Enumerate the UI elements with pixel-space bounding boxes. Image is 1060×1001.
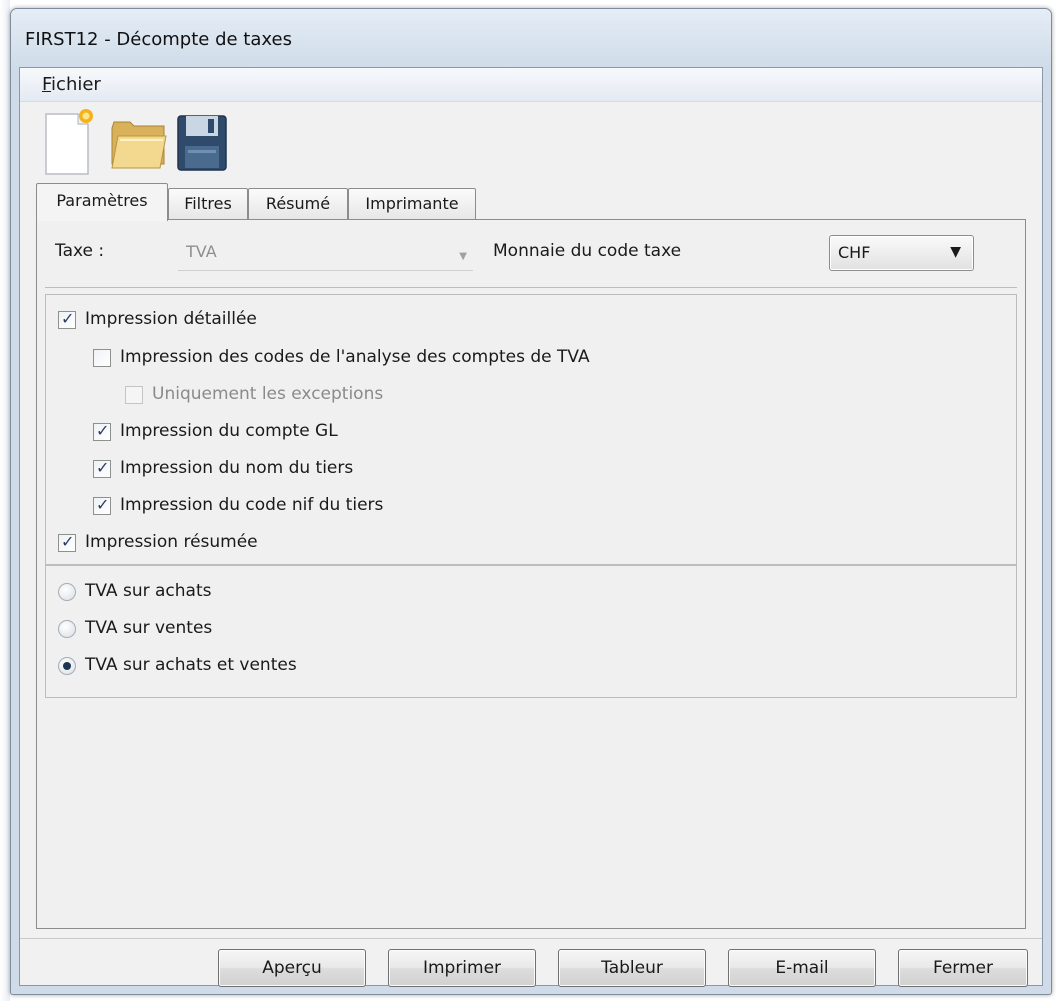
tax-combo-value: TVA [186, 242, 217, 261]
tableur-button[interactable]: Tableur [558, 949, 706, 987]
tab-strip: Paramètres Filtres Résumé Imprimante [36, 183, 636, 221]
tax-label: Taxe : [55, 241, 105, 261]
save-floppy-icon [177, 115, 227, 171]
button-bar: Aperçu Imprimer Tableur E-mail Fermer [20, 938, 1042, 987]
radio-label: TVA sur achats [85, 581, 212, 601]
radio-button[interactable] [58, 583, 76, 601]
option-label: Impression résumée [85, 532, 258, 552]
tab-panel-parametres: Taxe : TVA ▼ Monnaie du code taxe CHF ▼ … [36, 219, 1026, 929]
menu-fichier[interactable]: Fichier [38, 74, 105, 95]
radio-button[interactable] [58, 657, 76, 675]
window-client-area: Fichier Paramètres Filtres Résumé Imprim… [19, 67, 1043, 987]
new-document-button[interactable] [42, 106, 108, 176]
checkbox[interactable] [58, 532, 76, 552]
checkbox[interactable] [93, 458, 111, 478]
tax-settings-section: Taxe : TVA ▼ Monnaie du code taxe CHF ▼ [45, 226, 1017, 288]
save-button[interactable] [172, 106, 238, 176]
app-window: FIRST12 - Décompte de taxes Fichier Para… [10, 8, 1052, 995]
toolbar [42, 106, 282, 176]
checkbox[interactable] [93, 421, 111, 441]
menu-fichier-mnemonic: F [42, 74, 52, 95]
menu-bar: Fichier [20, 68, 1042, 102]
print-options-section: Impression détaillée Impression des code… [45, 294, 1017, 566]
currency-combo-value: CHF [838, 243, 871, 262]
email-button[interactable]: E-mail [728, 949, 876, 987]
chevron-down-icon: ▼ [459, 251, 467, 262]
chevron-down-icon: ▼ [950, 244, 961, 260]
desktop-background [0, 0, 10, 1001]
tab-imprimante[interactable]: Imprimante [348, 188, 476, 220]
radio-label: TVA sur ventes [85, 618, 213, 638]
fermer-button[interactable]: Fermer [898, 949, 1028, 987]
checkbox[interactable] [58, 309, 76, 329]
tab-resume[interactable]: Résumé [248, 188, 348, 220]
currency-combo[interactable]: CHF ▼ [829, 235, 974, 271]
option-label: Impression des codes de l'analyse des co… [120, 347, 590, 367]
tax-combo: TVA ▼ [178, 237, 473, 271]
open-folder-button[interactable] [106, 106, 172, 176]
tab-filtres[interactable]: Filtres [168, 188, 248, 220]
option-label: Impression du compte GL [120, 421, 338, 441]
menu-fichier-label: ichier [51, 74, 101, 95]
open-folder-icon [111, 121, 167, 169]
apercu-button[interactable]: Aperçu [218, 949, 366, 987]
checkbox [125, 386, 143, 404]
option-label: Impression du nom du tiers [120, 458, 354, 478]
imprimer-button[interactable]: Imprimer [388, 949, 536, 987]
checkbox[interactable] [93, 349, 111, 367]
tva-scope-section: TVA sur achats TVA sur ventes TVA sur ac… [45, 564, 1017, 698]
radio-label: TVA sur achats et ventes [85, 655, 297, 675]
option-label: Impression du code nif du tiers [120, 495, 384, 515]
window-title: FIRST12 - Décompte de taxes [25, 29, 292, 50]
checkbox[interactable] [93, 495, 111, 515]
option-label: Uniquement les exceptions [152, 384, 384, 404]
currency-label: Monnaie du code taxe [493, 241, 682, 261]
radio-button[interactable] [58, 620, 76, 638]
tab-parametres[interactable]: Paramètres [36, 183, 168, 221]
option-label: Impression détaillée [85, 309, 257, 329]
new-document-icon [45, 109, 93, 175]
title-bar[interactable]: FIRST12 - Décompte de taxes [11, 9, 1051, 67]
